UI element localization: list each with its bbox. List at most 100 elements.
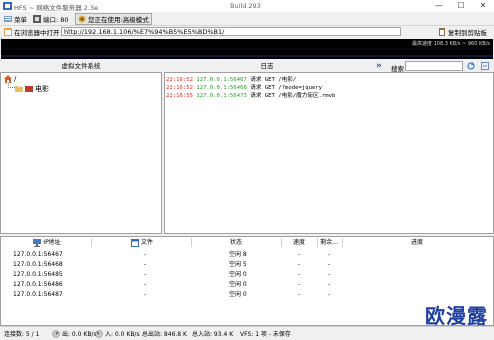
column-label-ip: IP地址	[43, 239, 61, 246]
cell-ip: 127.0.0.1:56487	[13, 291, 63, 298]
column-header-file[interactable]: 文件	[94, 238, 190, 247]
hfs-app-icon	[3, 2, 12, 10]
expand-arrows-icon[interactable]: »	[376, 61, 382, 71]
log-line: 22:16:52 127.0.0.1:56468 请求 GET /?mode=j…	[166, 83, 322, 91]
cell-file: -	[144, 281, 147, 288]
cell-file: -	[144, 291, 147, 298]
port-button[interactable]: 端口: 80	[30, 13, 72, 25]
status-total-in: 总入站: 93.4 K	[192, 329, 233, 338]
status-in-speed: 入: 0.0 KB/s	[95, 329, 140, 338]
out-speed-label: 出: 0.0 KB/s	[62, 331, 97, 338]
menu-button[interactable]: 菜单	[1, 13, 30, 25]
vfs-folder-item[interactable]: 电影	[15, 84, 49, 94]
column-header-speed[interactable]: 速度	[282, 238, 316, 247]
cell-speed: -	[298, 261, 301, 268]
cell-remaining: -	[328, 261, 331, 268]
log-header: 日志	[164, 61, 370, 72]
cell-status: 空闲 0	[229, 291, 247, 298]
total-out-label: 总出站: 846.8 K	[142, 331, 187, 338]
mode-label: 您正在使用:高级模式	[88, 16, 149, 24]
column-header-remaining[interactable]: 剩余...	[318, 238, 340, 247]
folder-icon	[15, 86, 23, 92]
upload-speed-icon	[52, 329, 60, 338]
status-vfs: VFS: 1 项 - 未保存	[240, 329, 291, 338]
cell-ip: 127.0.0.1:56485	[13, 271, 63, 278]
computer-icon	[33, 238, 42, 247]
cell-ip: 127.0.0.1:56467	[13, 251, 63, 258]
copy-to-clipboard-label: 复制到剪贴板	[448, 29, 487, 37]
close-button[interactable]: ✕	[472, 0, 494, 12]
main-toolbar: 菜单 端口: 80 您正在使用:高级模式	[0, 12, 494, 26]
vfs-tree[interactable]: / 电影	[0, 72, 162, 234]
home-icon	[4, 75, 12, 83]
menu-icon	[4, 16, 12, 22]
table-row[interactable]: 127.0.0.1:56468 - 空闲 5 - -	[1, 260, 493, 270]
vfs-root-label: /	[14, 75, 17, 83]
cell-ip: 127.0.0.1:56468	[13, 261, 63, 268]
cell-file: -	[144, 271, 147, 278]
cell-speed: -	[298, 251, 301, 258]
minimize-button[interactable]: —	[428, 0, 450, 12]
cell-status: 空闲 0	[229, 271, 247, 278]
total-in-label: 总入站: 93.4 K	[192, 331, 234, 338]
connections-label: 连接数: 5 / 1	[4, 331, 40, 338]
cell-ip: 127.0.0.1:56486	[13, 281, 63, 288]
cell-remaining: -	[328, 251, 331, 258]
file-icon	[130, 238, 139, 247]
copy-to-clipboard-button[interactable]: 复制到剪贴板	[435, 26, 490, 38]
log-line: 22:16:52 127.0.0.1:56467 请求 GET /电影/	[166, 75, 296, 83]
vfs-folder-label: 电影	[35, 85, 49, 93]
cell-remaining: -	[328, 281, 331, 288]
in-speed-label: 入: 0.0 KB/s	[105, 331, 140, 338]
cell-file: -	[144, 251, 147, 258]
cell-status: 空闲 8	[229, 251, 247, 258]
log-line: 22:16:55 127.0.0.1:56473 请求 GET /电影/魔力街区…	[166, 91, 335, 99]
refresh-icon[interactable]	[467, 62, 475, 70]
vfs-status-label: VFS: 1 项 - 未保存	[240, 331, 291, 338]
log-text: 请求 GET /电影/魔力街区.rmvb	[250, 93, 336, 99]
log-ip: 127.0.0.1:56473	[196, 93, 247, 99]
watermark-text: 欧漫露	[425, 304, 488, 328]
open-in-browser-label: 在浏览器中打开	[14, 29, 60, 37]
port-label: 端口: 80	[43, 16, 69, 24]
title-bar: HFS ~ 网络文件服务器 2.3e Build 293 — ☐ ✕	[0, 0, 494, 12]
real-folder-icon	[25, 86, 33, 92]
speed-graph: 最高速度 108.3 KB/s ~ 960 KB/s	[1, 39, 493, 59]
maximize-button[interactable]: ☐	[450, 0, 472, 12]
url-field[interactable]: http://192.168.1.106/%E7%94%B5%E5%BD%B1/	[61, 27, 401, 36]
log-time: 22:16:55	[166, 93, 193, 99]
table-row[interactable]: 127.0.0.1:56486 - 空闲 0 - -	[1, 280, 493, 290]
clipboard-icon	[439, 28, 445, 36]
column-header-ip[interactable]: IP地址	[3, 238, 91, 247]
vfs-header: 虚拟文件系统	[0, 61, 162, 72]
cell-status: 空闲 5	[229, 261, 247, 268]
cell-speed: -	[298, 291, 301, 298]
open-in-browser-button[interactable]: 在浏览器中打开	[1, 26, 63, 38]
column-header-progress[interactable]: 进度	[343, 238, 491, 247]
cell-remaining: -	[328, 271, 331, 278]
url-bar: 在浏览器中打开 http://192.168.1.106/%E7%94%B5%E…	[0, 26, 494, 38]
port-icon	[33, 15, 41, 23]
connections-panel[interactable]: IP地址 文件 状态 速度 剩余... 进度 127.0.0.1:56467 -…	[0, 236, 494, 326]
vfs-root-item[interactable]: /	[4, 75, 16, 83]
log-panel[interactable]: 22:16:52 127.0.0.1:56467 请求 GET /电影/ 22:…	[164, 72, 494, 234]
table-row[interactable]: 127.0.0.1:56487 - 空闲 0 - -	[1, 290, 493, 300]
download-speed-icon	[95, 329, 103, 338]
build-label: Build 293	[230, 2, 261, 10]
mode-icon	[78, 15, 86, 23]
table-row[interactable]: 127.0.0.1:56485 - 空闲 0 - -	[1, 270, 493, 280]
status-bar: 连接数: 5 / 1 出: 0.0 KB/s 入: 0.0 KB/s 总出站: …	[0, 326, 494, 340]
settings-icon[interactable]	[481, 62, 489, 70]
status-total-out: 总出站: 846.8 K	[142, 329, 187, 338]
cell-file: -	[144, 261, 147, 268]
table-row[interactable]: 127.0.0.1:56467 - 空闲 8 - -	[1, 250, 493, 260]
cell-speed: -	[298, 271, 301, 278]
cell-status: 空闲 0	[229, 281, 247, 288]
browser-icon	[4, 28, 12, 36]
mode-button[interactable]: 您正在使用:高级模式	[75, 13, 152, 25]
column-header-status[interactable]: 状态	[192, 238, 280, 247]
status-connections: 连接数: 5 / 1	[4, 329, 39, 338]
log-search-input[interactable]	[405, 61, 463, 71]
cell-remaining: -	[328, 291, 331, 298]
menu-label: 菜单	[14, 16, 27, 24]
